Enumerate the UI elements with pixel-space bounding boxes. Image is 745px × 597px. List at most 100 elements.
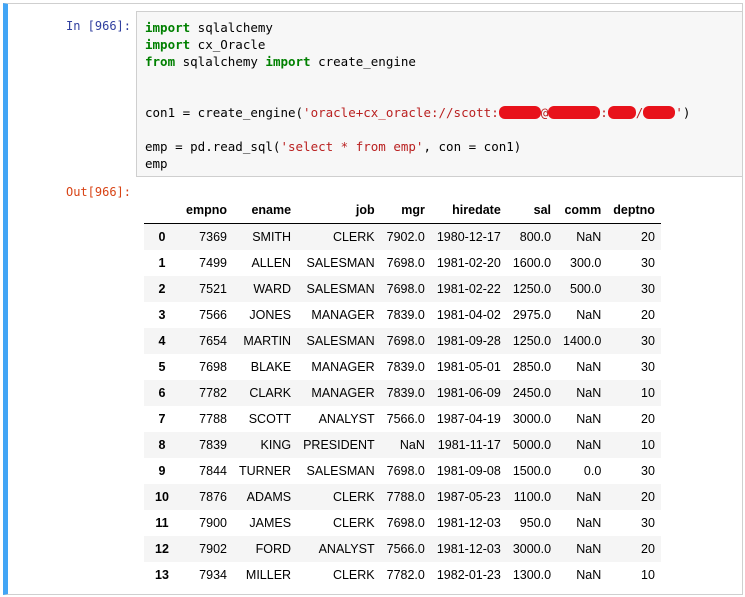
code-text: ) [682,105,691,120]
table-cell-mgr: 7698.0 [386,256,425,270]
table-cell-mgr: 7566.0 [386,412,425,426]
table-cell-ename: SCOTT [248,412,292,426]
table-cell-hiredate: 1981-02-20 [436,256,501,270]
code-line-5: emp = pd.read_sql('select * from emp', c… [145,138,742,155]
table-row: 5 7698 BLAKE MANAGER 7839.0 1981-05-01 2850.0 N… [144,354,661,380]
table-body: 0 7369 SMITH CLERK 7902.0 1980-12-17 800.0 NaN 2… [144,223,661,589]
code-text: create_engine [310,54,416,69]
table-cell-mgr: NaN [399,438,425,452]
table-cell-job: CLERK [332,490,375,504]
table-cell-deptno: 30 [641,282,655,296]
code-editor[interactable]: import sqlalchemy import cx_Oracle from … [136,11,743,177]
table-cell-empno: 7782 [199,386,227,400]
table-row: 7 7788 SCOTT ANALYST 7566.0 1987-04-19 3000.0 N… [144,406,661,432]
input-prompt: In [966]: [65,19,131,33]
table-cell-empno: 7788 [199,412,227,426]
table-cell-comm: NaN [576,308,602,322]
code-text: cx_Oracle [190,37,266,52]
table-cell-deptno: 20 [641,308,655,322]
table-cell-empno: 7902 [199,542,227,556]
column-header-empno: empno [180,196,233,224]
table-cell-job: SALESMAN [306,334,375,348]
table-row: 9 7844 TURNER SALESMAN 7698.0 1981-09-08 1500.… [144,458,661,484]
table-cell-comm: NaN [576,542,602,556]
table-row: 2 7521 WARD SALESMAN 7698.0 1981-02-22 1250.0 5… [144,276,661,302]
table-header-row: empno ename job mgr hiredate sal comm deptno [144,196,661,224]
table-cell-ename: ALLEN [251,256,292,270]
table-cell-comm: 0.0 [583,464,602,478]
table-cell-sal: 950.0 [519,516,552,530]
notebook-cell[interactable]: In [966]: import sqlalchemy import cx_Or… [3,3,743,595]
string-literal: : [600,105,608,120]
table-cell-empno: 7900 [199,516,227,530]
redaction-mark [607,105,636,119]
table-cell-mgr: 7788.0 [386,490,425,504]
keyword: import [145,20,191,35]
code-line-6: emp [145,155,742,172]
table-cell-ename: WARD [253,282,292,296]
table-cell-ename: JAMES [249,516,292,530]
row-index: 1 [158,256,166,270]
table-cell-comm: NaN [576,412,602,426]
table-row: 6 7782 CLARK MANAGER 7839.0 1981-06-09 2450.0 N… [144,380,661,406]
code-text: sqlalchemy [190,20,273,35]
table-cell-ename: JONES [249,308,292,322]
table-cell-hiredate: 1981-05-01 [436,360,501,374]
table-cell-ename: BLAKE [250,360,292,374]
table-cell-hiredate: 1981-12-03 [436,516,501,530]
table-cell-job: SALESMAN [306,256,375,270]
table-row: 11 7900 JAMES CLERK 7698.0 1981-12-03 950.0 NaN… [144,510,661,536]
string-literal: 'select * from emp' [280,139,424,154]
table-cell-deptno: 20 [641,230,655,244]
table-cell-deptno: 20 [641,412,655,426]
column-header-ename: ename [232,196,298,224]
table-cell-comm: NaN [576,360,602,374]
table-cell-mgr: 7698.0 [386,334,425,348]
table-cell-comm: NaN [576,516,602,530]
table-cell-hiredate: 1981-12-03 [436,542,501,556]
table-cell-sal: 3000.0 [512,542,552,556]
table-cell-deptno: 20 [641,490,655,504]
keyword: from [145,54,176,69]
table-row: 13 7934 MILLER CLERK 7782.0 1982-01-23 1300.0 N… [144,562,661,588]
row-index: 7 [158,412,166,426]
code-text: con1 = create_engine( [145,105,304,120]
column-header-mgr: mgr [380,196,431,224]
table-cell-sal: 2850.0 [512,360,552,374]
redaction-mark [498,105,541,119]
table-row: 10 7876 ADAMS CLERK 7788.0 1987-05-23 1100.0 Na… [144,484,661,510]
table-cell-mgr: 7902.0 [386,230,425,244]
row-index: 13 [155,568,169,582]
table-cell-hiredate: 1982-01-23 [436,568,501,582]
keyword: import [145,37,191,52]
table-cell-job: SALESMAN [306,282,375,296]
row-index: 2 [158,282,166,296]
table-row: 4 7654 MARTIN SALESMAN 7698.0 1981-09-28 1250.… [144,328,661,354]
table-cell-comm: NaN [576,490,602,504]
table-cell-deptno: 30 [641,334,655,348]
table-cell-ename: TURNER [238,464,292,478]
table-cell-sal: 1500.0 [512,464,552,478]
table-cell-comm: NaN [576,568,602,582]
table-cell-sal: 5000.0 [512,438,552,452]
table-cell-sal: 2450.0 [512,386,552,400]
column-header-deptno: deptno [607,196,661,224]
table-cell-mgr: 7698.0 [386,516,425,530]
table-row: 12 7902 FORD ANALYST 7566.0 1981-12-03 3000.0 N… [144,536,661,562]
row-index: 12 [155,542,169,556]
table-cell-empno: 7844 [199,464,227,478]
code-line-4: con1 = create_engine('oracle+cx_oracle:/… [145,104,742,121]
column-header-hiredate: hiredate [430,196,507,224]
table-cell-empno: 7654 [199,334,227,348]
redaction-mark [643,105,676,119]
table-cell-mgr: 7782.0 [386,568,425,582]
column-header-sal: sal [506,196,558,224]
table-cell-comm: 300.0 [570,256,602,270]
code-line-1: import sqlalchemy [145,19,742,36]
table-cell-empno: 7521 [199,282,227,296]
code-text: sqlalchemy [175,54,266,69]
table-cell-empno: 7499 [199,256,227,270]
table-cell-deptno: 10 [641,438,655,452]
table-cell-deptno: 10 [641,568,655,582]
table-cell-mgr: 7698.0 [386,282,425,296]
